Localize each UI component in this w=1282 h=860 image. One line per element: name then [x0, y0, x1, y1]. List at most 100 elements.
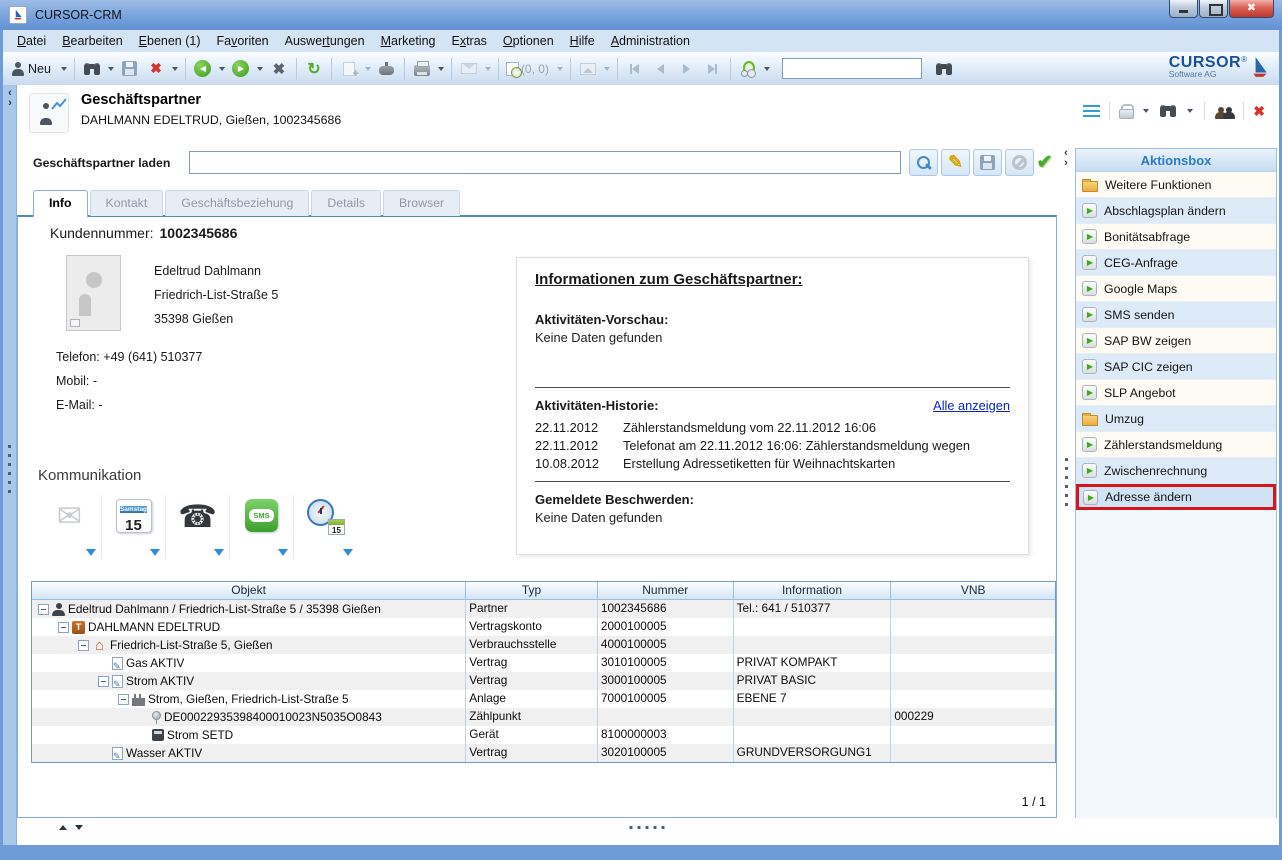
- maximize-button[interactable]: [1199, 0, 1228, 18]
- show-all-link[interactable]: Alle anzeigen: [933, 398, 1010, 413]
- expander-icon[interactable]: [38, 604, 49, 615]
- menu-item[interactable]: Extras: [443, 32, 494, 50]
- loader-edit-button[interactable]: [941, 149, 970, 176]
- quick-search-button[interactable]: [932, 56, 956, 82]
- aktionsbox-item[interactable]: Bonitätsabfrage: [1076, 224, 1276, 250]
- forward-dropdown[interactable]: [257, 67, 263, 71]
- aktionsbox-item[interactable]: CEG-Anfrage: [1076, 250, 1276, 276]
- delete-button[interactable]: [144, 56, 168, 82]
- tab[interactable]: Geschäftsbeziehung: [165, 190, 309, 216]
- appointment-button[interactable]: 15: [294, 495, 358, 559]
- cancel-button[interactable]: [267, 56, 291, 82]
- header-search-dropdown[interactable]: [1187, 109, 1193, 113]
- right-splitter-handle[interactable]: [1065, 458, 1068, 506]
- minimize-button[interactable]: [1169, 0, 1198, 18]
- aktionsbox-item[interactable]: Zählerstandsmeldung: [1076, 432, 1276, 458]
- phone-dropdown-icon[interactable]: [214, 549, 224, 556]
- column-header-information[interactable]: Information: [734, 582, 892, 599]
- calendar-button[interactable]: Samstag15: [102, 495, 166, 559]
- nav-last-button[interactable]: [701, 56, 725, 82]
- menu-item[interactable]: Favoriten: [209, 32, 277, 50]
- aktionsbox-item[interactable]: SAP BW zeigen: [1076, 328, 1276, 354]
- partner-load-input[interactable]: [189, 151, 901, 174]
- new-dropdown[interactable]: [61, 67, 67, 71]
- historie-entry[interactable]: 22.11.2012 Telefonat am 22.11.2012 16:06…: [535, 437, 1010, 455]
- locate-dropdown[interactable]: [764, 67, 770, 71]
- sms-button[interactable]: SMS: [230, 495, 294, 559]
- table-row[interactable]: Edeltrud Dahlmann / Friedrich-List-Straß…: [32, 600, 1055, 618]
- column-header-objekt[interactable]: Objekt: [32, 582, 466, 599]
- menu-item[interactable]: Ebenen (1): [131, 32, 209, 50]
- loader-search-button[interactable]: [909, 149, 938, 176]
- time-record-dropdown[interactable]: [557, 67, 563, 71]
- historie-entry[interactable]: 22.11.2012 Zählerstandsmeldung vom 22.11…: [535, 419, 1010, 437]
- refresh-button[interactable]: [302, 56, 326, 82]
- table-row[interactable]: DE00022935398400010023N5035O0843 Zählpun…: [32, 708, 1055, 726]
- forward-button[interactable]: ▶: [229, 56, 253, 82]
- nav-prev-button[interactable]: [649, 56, 673, 82]
- close-record-icon[interactable]: [1253, 103, 1265, 120]
- aktionsbox-item[interactable]: Umzug: [1076, 406, 1276, 432]
- save-button[interactable]: [118, 56, 142, 82]
- splitter-down-icon[interactable]: [75, 825, 83, 830]
- lock-dropdown[interactable]: [1143, 109, 1149, 113]
- time-record-button[interactable]: (0, 0): [504, 56, 553, 82]
- splitter-up-icon[interactable]: [59, 825, 67, 830]
- back-dropdown[interactable]: [219, 67, 225, 71]
- table-row[interactable]: Wasser AKTIV Vertrag 3020100005 GRUNDVER…: [32, 744, 1055, 762]
- new-button[interactable]: Neu: [9, 56, 57, 82]
- menu-item[interactable]: Auswertungen: [277, 32, 373, 50]
- close-button[interactable]: [1229, 0, 1274, 18]
- expand-panel-icon[interactable]: ›: [1061, 158, 1071, 168]
- column-header-typ[interactable]: Typ: [466, 582, 598, 599]
- print-dropdown[interactable]: [438, 67, 444, 71]
- menu-item[interactable]: Bearbeiten: [54, 32, 130, 50]
- image-button[interactable]: [576, 56, 600, 82]
- header-search-icon[interactable]: [1160, 104, 1176, 118]
- table-row[interactable]: DAHLMANN EDELTRUD Vertragskonto 20001000…: [32, 618, 1055, 636]
- aktionsbox-item[interactable]: Zwischenrechnung: [1076, 458, 1276, 484]
- right-splitter[interactable]: ‹ ›: [1059, 148, 1075, 817]
- send-button[interactable]: [457, 56, 481, 82]
- table-row[interactable]: Strom, Gießen, Friedrich-List-Straße 5 A…: [32, 690, 1055, 708]
- expand-right-icon[interactable]: ›: [5, 98, 15, 108]
- loader-save-button[interactable]: [973, 149, 1002, 176]
- aktionsbox-item[interactable]: SAP CIC zeigen: [1076, 354, 1276, 380]
- table-row[interactable]: Strom SETD Gerät 8100000003: [32, 726, 1055, 744]
- send-dropdown[interactable]: [485, 67, 491, 71]
- menu-item[interactable]: Administration: [603, 32, 698, 50]
- tab[interactable]: Kontakt: [90, 190, 164, 216]
- historie-entry[interactable]: 10.08.2012 Erstellung Adressetiketten fü…: [535, 455, 1010, 473]
- locate-button[interactable]: [736, 56, 760, 82]
- left-splitter-handle[interactable]: [8, 445, 11, 493]
- bottom-splitter-handle[interactable]: [630, 826, 667, 829]
- expander-icon[interactable]: [58, 622, 69, 633]
- search-dropdown[interactable]: [108, 67, 114, 71]
- aktionsbox-item[interactable]: SMS senden: [1076, 302, 1276, 328]
- bottom-splitter[interactable]: [17, 818, 1279, 845]
- table-row[interactable]: Gas AKTIV Vertrag 3010100005 PRIVAT KOMP…: [32, 654, 1055, 672]
- email-dropdown-icon[interactable]: [86, 549, 96, 556]
- aktionsbox-item[interactable]: Abschlagsplan ändern: [1076, 198, 1276, 224]
- menu-item[interactable]: Hilfe: [562, 32, 603, 50]
- add-document-button[interactable]: [337, 56, 361, 82]
- lock-icon[interactable]: [1119, 104, 1132, 119]
- loader-confirm-button[interactable]: [1030, 149, 1059, 176]
- expander-icon[interactable]: [78, 640, 89, 651]
- menu-item[interactable]: Optionen: [495, 32, 562, 50]
- tab[interactable]: Browser: [383, 190, 460, 216]
- print-button[interactable]: [410, 56, 434, 82]
- tab[interactable]: Info: [33, 190, 88, 218]
- aktionsbox-item[interactable]: Weitere Funktionen: [1076, 172, 1276, 198]
- table-row[interactable]: Friedrich-List-Straße 5, Gießen Verbrauc…: [32, 636, 1055, 654]
- image-dropdown[interactable]: [604, 67, 610, 71]
- add-document-dropdown[interactable]: [365, 67, 371, 71]
- nav-first-button[interactable]: [623, 56, 647, 82]
- table-row[interactable]: Strom AKTIV Vertrag 3000100005 PRIVAT BA…: [32, 672, 1055, 690]
- calendar-dropdown-icon[interactable]: [150, 549, 160, 556]
- aktionsbox-item[interactable]: SLP Angebot: [1076, 380, 1276, 406]
- left-splitter[interactable]: ‹ ›: [3, 85, 17, 845]
- persons-icon[interactable]: [1214, 104, 1234, 119]
- column-header-nummer[interactable]: Nummer: [598, 582, 734, 599]
- list-menu-icon[interactable]: [1083, 105, 1100, 118]
